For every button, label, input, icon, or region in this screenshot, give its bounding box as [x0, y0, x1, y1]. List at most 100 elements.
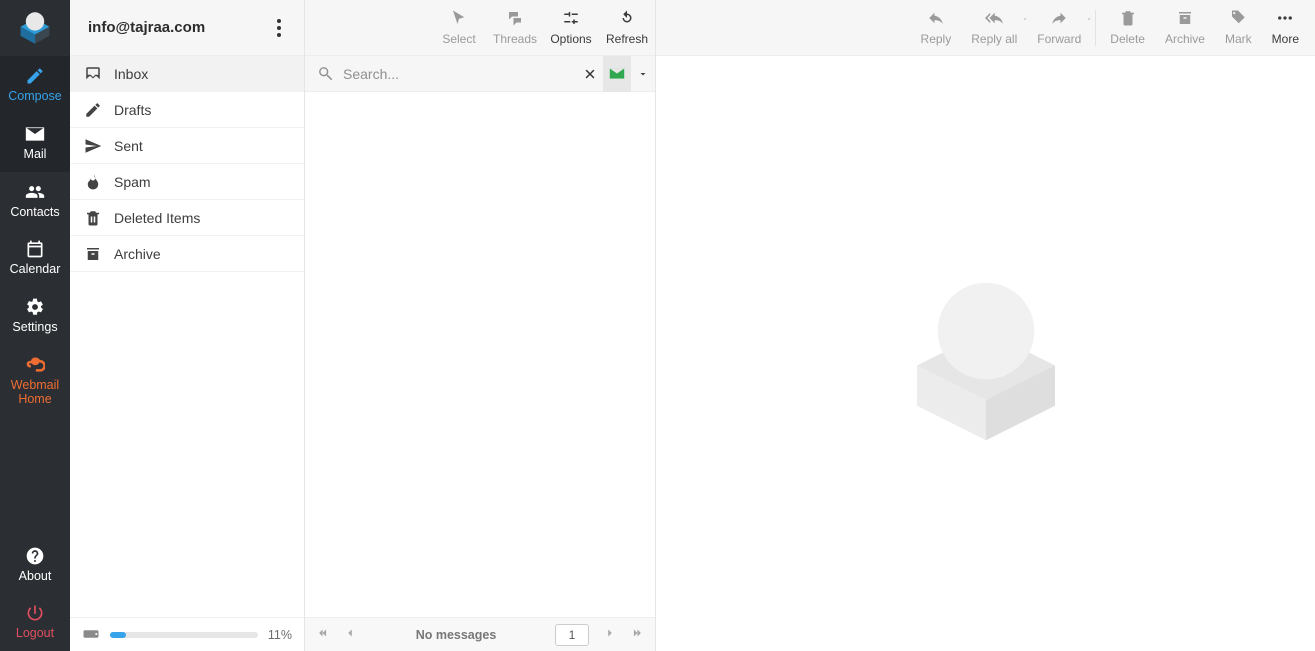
pager-status: No messages: [416, 628, 497, 642]
toolbar-replyall-button[interactable]: Reply all: [961, 0, 1027, 46]
envelope-icon: [608, 67, 626, 80]
nav-calendar-label: Calendar: [10, 263, 61, 277]
forward-caret[interactable]: [1085, 12, 1093, 26]
search-clear-button[interactable]: [577, 56, 603, 92]
toolbar-threads-button[interactable]: Threads: [487, 0, 543, 46]
pager-next-button[interactable]: [603, 626, 617, 643]
quota-progress: [110, 632, 258, 638]
toolbar-archive-button[interactable]: Archive: [1155, 0, 1215, 46]
message-toolbar: Reply Reply all Forward Delete: [656, 0, 1315, 56]
toolbar-threads-label: Threads: [493, 32, 537, 46]
toolbar-mark-button[interactable]: Mark: [1215, 0, 1262, 46]
pager-prev-button[interactable]: [343, 626, 357, 643]
pager-last-button[interactable]: [631, 626, 645, 643]
search-icon: [317, 65, 335, 83]
brand-logo: [0, 0, 70, 56]
toolbar-delete-label: Delete: [1110, 32, 1145, 46]
pager-page-input[interactable]: [555, 624, 589, 646]
nav-rail: Compose Mail Contacts Calendar Settings …: [0, 0, 70, 651]
nav-webmail-home-label: Webmail Home: [2, 379, 68, 407]
toolbar-select-button[interactable]: Select: [431, 0, 487, 46]
folder-deleted[interactable]: Deleted Items: [70, 200, 304, 236]
folder-archive[interactable]: Archive: [70, 236, 304, 272]
quota-progress-fill: [110, 632, 126, 638]
gear-icon: [24, 297, 46, 317]
search-options-dropdown[interactable]: [631, 56, 655, 92]
message-list: [305, 92, 655, 617]
nav-mail[interactable]: Mail: [0, 114, 70, 172]
nav-about[interactable]: About: [0, 536, 70, 594]
toolbar-reply-button[interactable]: Reply: [911, 0, 962, 46]
search-scope-button[interactable]: [603, 56, 631, 92]
caret-down-icon: [1085, 15, 1093, 23]
nav-logout-label: Logout: [16, 627, 54, 641]
toolbar-refresh-button[interactable]: Refresh: [599, 0, 655, 46]
toolbar-more-label: More: [1272, 32, 1299, 46]
toolbar-refresh-label: Refresh: [606, 32, 648, 46]
compose-icon: [24, 66, 46, 86]
tag-icon: [1229, 8, 1247, 28]
refresh-icon: [618, 8, 636, 28]
archive-icon: [1176, 8, 1194, 28]
disk-icon: [82, 628, 100, 642]
account-email: info@tajraa.com: [88, 19, 205, 36]
forward-icon: [1050, 8, 1068, 28]
toolbar-reply-label: Reply: [921, 32, 952, 46]
nav-compose-label: Compose: [8, 90, 62, 104]
threads-icon: [506, 8, 524, 28]
kebab-icon: [277, 19, 281, 37]
nav-compose[interactable]: Compose: [0, 56, 70, 114]
pager-first-button[interactable]: [315, 626, 329, 643]
archive-icon: [84, 245, 102, 263]
toolbar-forward-button[interactable]: Forward: [1027, 0, 1091, 46]
toolbar-mark-label: Mark: [1225, 32, 1252, 46]
quota-bar: 11%: [70, 617, 304, 651]
toolbar-archive-label: Archive: [1165, 32, 1205, 46]
search-input[interactable]: [343, 66, 577, 82]
calendar-icon: [24, 239, 46, 259]
toolbar-options-label: Options: [550, 32, 591, 46]
folder-spam[interactable]: Spam: [70, 164, 304, 200]
folder-list: Inbox Drafts Sent Spam Deleted Items: [70, 56, 304, 617]
nav-settings[interactable]: Settings: [0, 287, 70, 345]
mail-icon: [24, 124, 46, 144]
folder-label: Archive: [114, 246, 161, 262]
contacts-icon: [24, 182, 46, 202]
nav-mail-label: Mail: [24, 148, 47, 162]
folder-drafts[interactable]: Drafts: [70, 92, 304, 128]
power-icon: [24, 603, 46, 623]
trash-icon: [1119, 8, 1137, 28]
folder-inbox[interactable]: Inbox: [70, 56, 304, 92]
pencil-icon: [84, 101, 102, 119]
nav-about-label: About: [19, 570, 52, 584]
cursor-icon: [450, 8, 468, 28]
toolbar-more-button[interactable]: More: [1262, 0, 1309, 46]
toolbar-options-button[interactable]: Options: [543, 0, 599, 46]
folder-sent[interactable]: Sent: [70, 128, 304, 164]
ellipsis-icon: [1276, 8, 1294, 28]
nav-calendar[interactable]: Calendar: [0, 229, 70, 287]
message-pane: Reply Reply all Forward Delete: [656, 0, 1315, 651]
cpanel-icon: [24, 355, 46, 375]
nav-settings-label: Settings: [12, 321, 57, 335]
nav-logout[interactable]: Logout: [0, 593, 70, 651]
quota-percent-label: 11%: [268, 628, 292, 642]
empty-inbox-icon: [871, 239, 1101, 469]
search-bar: [305, 56, 655, 92]
trash-icon: [84, 209, 102, 227]
nav-webmail-home[interactable]: Webmail Home: [0, 345, 70, 417]
account-menu-button[interactable]: [268, 14, 290, 42]
folder-pane: info@tajraa.com Inbox Drafts Sent: [70, 0, 305, 651]
nav-contacts[interactable]: Contacts: [0, 172, 70, 230]
close-icon: [583, 67, 597, 81]
folder-label: Spam: [114, 174, 151, 190]
toolbar-replyall-label: Reply all: [971, 32, 1017, 46]
folder-label: Drafts: [114, 102, 151, 118]
message-list-pane: Select Threads Options Refresh: [305, 0, 656, 651]
folder-label: Inbox: [114, 66, 148, 82]
message-empty-state: [656, 56, 1315, 651]
account-header: info@tajraa.com: [70, 0, 304, 56]
list-pager: No messages: [305, 617, 655, 651]
folder-label: Sent: [114, 138, 143, 154]
toolbar-delete-button[interactable]: Delete: [1100, 0, 1155, 46]
